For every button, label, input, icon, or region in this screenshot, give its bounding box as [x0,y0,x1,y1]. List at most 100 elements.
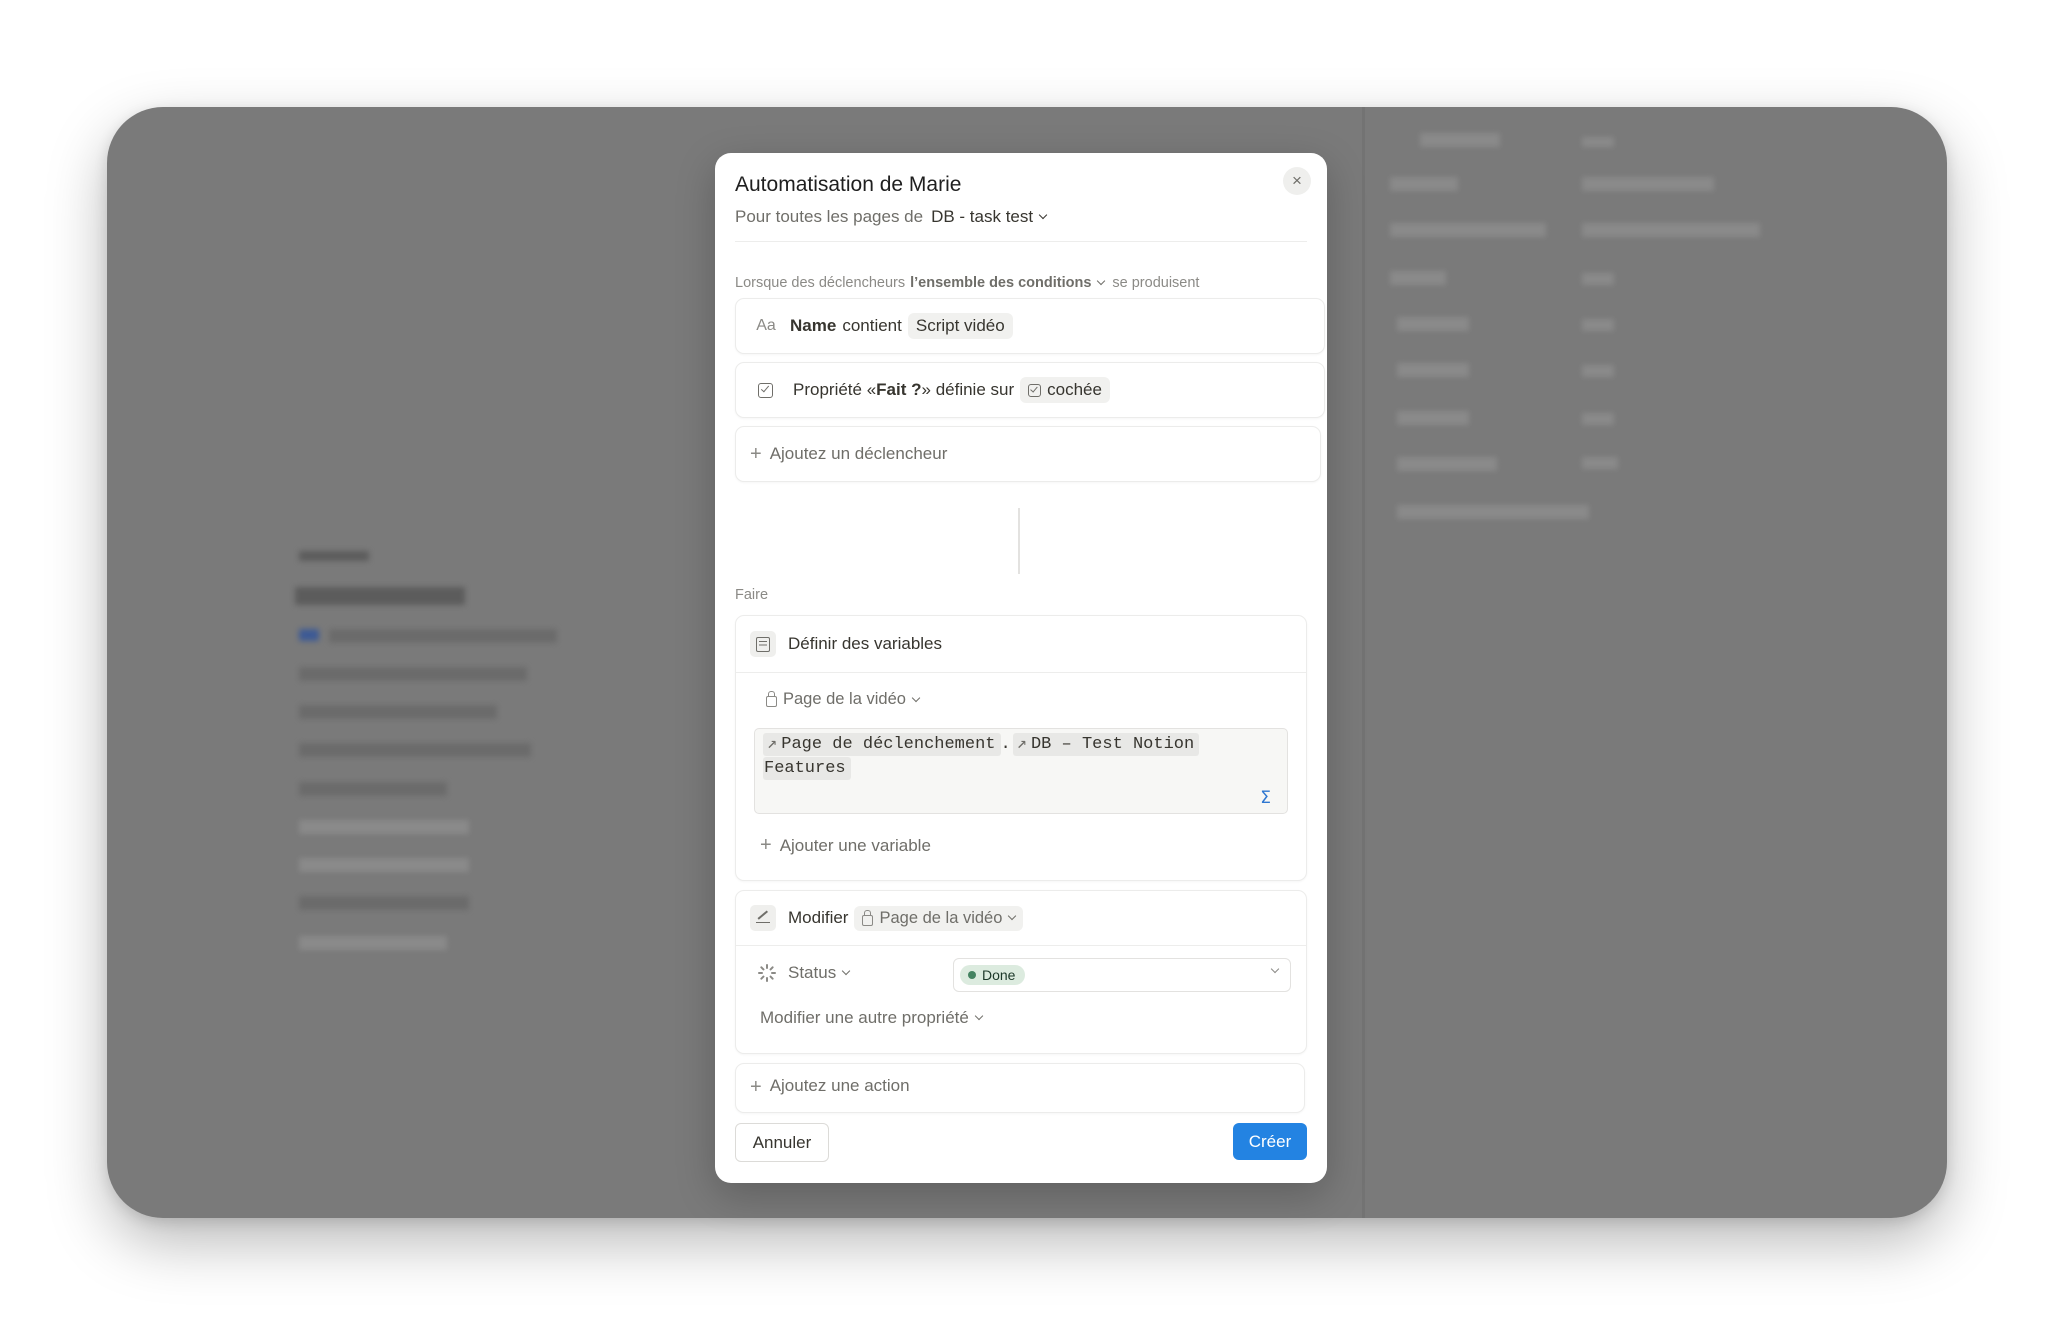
modify-other-property-button[interactable]: Modifier une autre propriété [760,1008,984,1028]
blurred-content [299,667,527,681]
condition-suffix: se produisent [1112,275,1200,291]
action-define-variables: Définir des variables Page de la vidéo ↗… [735,615,1307,881]
modify-target: Page de la vidéo [879,908,1003,927]
blurred-content [1397,363,1469,377]
create-button[interactable]: Créer [1233,1123,1307,1160]
variable-name-selector[interactable]: Page de la vidéo [766,690,921,709]
formula-dot: . [1000,735,1011,754]
status-dot [968,971,976,979]
blurred-content [299,629,319,641]
status-icon [758,964,776,982]
blurred-content [1582,273,1614,285]
formula-token: Features [763,757,851,780]
blurred-content [1397,457,1497,471]
action-label: Définir des variables [788,634,943,653]
blurred-content [1582,137,1614,147]
add-action-button[interactable]: + Ajoutez une action [735,1063,1305,1113]
formula-token: ↗ DB – Test Notion [1012,733,1200,756]
text-property-icon: Aa [756,317,776,334]
checkbox-icon [758,382,773,398]
status-value-select[interactable]: Done [953,958,1291,992]
trigger-value-pill[interactable]: cochée [1020,377,1110,403]
property-name: Status [788,963,837,982]
blurred-content [299,936,447,950]
chevron-down-icon [1270,964,1280,974]
blurred-content [295,587,465,605]
trigger-value-pill[interactable]: Script vidéo [907,313,1013,339]
formula-input[interactable]: ↗ Page de déclenchement. ↗ DB – Test Notion… [754,728,1288,814]
blurred-content [1397,411,1469,425]
condition-prefix: Lorsque des déclencheurs [735,275,906,291]
panel-divider [1362,107,1365,1218]
blurred-content [1420,133,1500,147]
flow-connector [1018,508,1020,574]
action-header[interactable]: Définir des variables [736,616,1306,672]
formula-sigma-icon[interactable]: Σ [1260,788,1271,808]
database-name: DB - task test [931,207,1034,226]
action-header[interactable]: Modifier Page de la vidéo [736,891,1306,945]
arrow-up-right-icon: ↗ [767,735,778,754]
page-icon [862,909,874,926]
chevron-down-icon [841,966,851,976]
status-badge: Done [960,965,1026,985]
blurred-content [299,782,447,796]
modal-title: Automatisation de Marie [735,173,962,196]
blurred-content [299,551,369,561]
other-property-label: Modifier une autre propriété [760,1008,969,1027]
database-selector[interactable]: DB - task test [931,207,1048,227]
chevron-down-icon [974,1011,984,1021]
blurred-content [299,705,497,719]
action-label: Modifier [788,908,849,927]
divider [736,672,1306,673]
trigger-text-pre: Propriété « [793,380,877,399]
condition-mode: l’ensemble des conditions [910,275,1092,291]
arrow-up-right-icon: ↗ [1016,735,1027,754]
add-action-label: Ajoutez une action [769,1076,910,1095]
chevron-down-icon [911,693,921,702]
do-section-label: Faire [735,587,769,603]
trigger-name-contains[interactable]: Aa Name contient Script vidéo [735,298,1325,354]
edit-icon [750,905,776,931]
status-row: Status Done [736,946,1306,1004]
variables-icon [750,631,776,657]
condition-mode-selector[interactable]: l’ensemble des conditions [910,275,1106,291]
checkbox-checked-icon [1028,383,1042,397]
chevron-down-icon [1038,210,1048,220]
blurred-content [329,629,557,643]
cancel-button[interactable]: Annuler [735,1123,829,1162]
formula-token: ↗ Page de déclenchement [763,733,1001,756]
status-value: Done [982,967,1016,983]
blurred-content [1582,177,1714,191]
blurred-content [1390,271,1446,285]
trigger-operator: contient [842,316,902,335]
blurred-content [1397,317,1469,331]
plus-icon: + [750,1076,762,1098]
blurred-content [1582,457,1618,469]
add-variable-button[interactable]: + Ajouter une variable [760,834,931,857]
close-icon: × [1292,171,1302,190]
blurred-content [1390,177,1458,191]
trigger-condition-line: Lorsque des déclencheurs l’ensemble des … [735,275,1199,291]
close-button[interactable]: × [1283,167,1311,195]
add-variable-label: Ajouter une variable [779,835,931,855]
blurred-content [1582,223,1760,237]
plus-icon: + [760,834,772,856]
blurred-content [1390,223,1546,237]
variable-name: Page de la vidéo [783,690,906,708]
blurred-content [1582,319,1614,331]
blurred-content [1582,365,1614,377]
add-trigger-label: Ajoutez un déclencheur [769,444,948,463]
trigger-text-post: » définie sur [921,380,1015,399]
blurred-content [1582,413,1614,425]
modal-subtitle: Pour toutes les pages de DB - task test [735,207,1048,227]
trigger-checkbox-checked[interactable]: Propriété « Fait ? » définie sur cochée [735,362,1325,418]
status-property-selector[interactable]: Status [758,963,851,983]
blurred-content [299,743,531,757]
add-trigger-button[interactable]: + Ajoutez un déclencheur [735,426,1321,482]
blurred-content [299,820,469,834]
modify-target-selector[interactable]: Page de la vidéo [854,905,1024,931]
page-icon [766,691,777,707]
action-modify: Modifier Page de la vidéo Status Done Mo… [735,890,1307,1054]
trigger-field: Name [790,316,837,335]
blurred-content [299,858,469,872]
